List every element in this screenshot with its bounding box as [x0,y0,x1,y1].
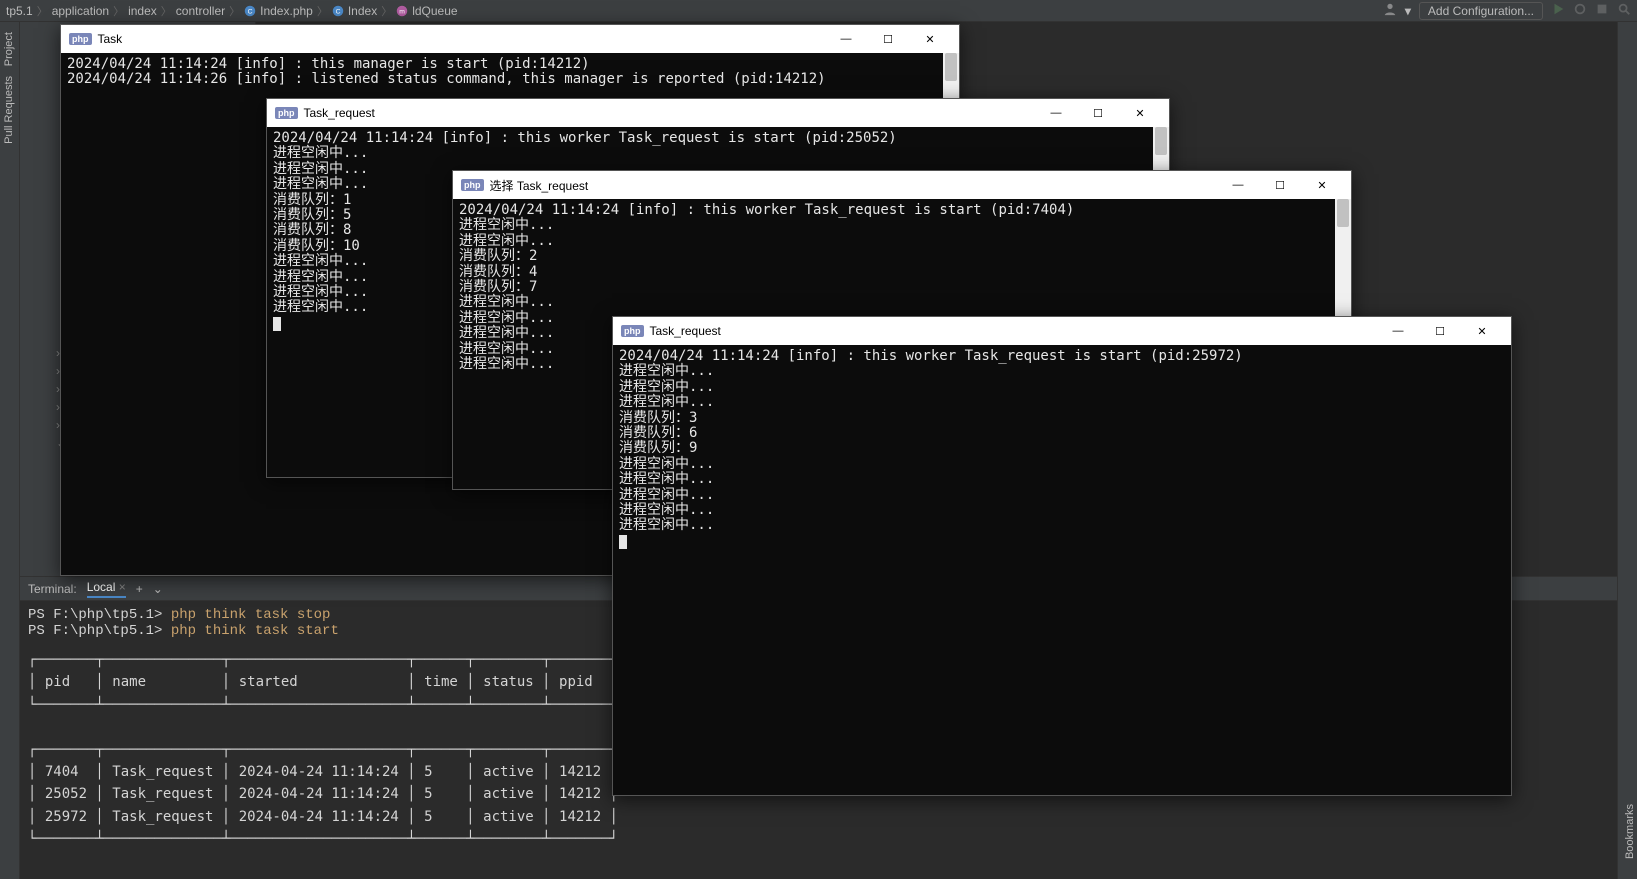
prompt: PS F:\php\tp5.1> [28,607,162,623]
titlebar[interactable]: php Task — ☐ ✕ [61,25,959,53]
breadcrumb-controller[interactable]: controller [176,4,225,18]
class-icon: C [244,5,256,17]
left-toolbar: Project Pull Requests [0,22,20,879]
close-button[interactable]: ✕ [1461,317,1503,345]
add-configuration-button[interactable]: Add Configuration... [1419,2,1543,20]
breadcrumb-file[interactable]: Index.php [260,4,313,18]
window-title: Task_request [650,324,721,338]
window-title: 选择 Task_request [490,177,589,194]
php-icon: php [275,107,298,119]
terminal-label: Terminal: [28,582,77,596]
window-title: Task_request [304,106,375,120]
breadcrumb-app[interactable]: application [52,4,109,18]
navbar-right: ▾ Add Configuration... [1383,2,1631,20]
maximize-button[interactable]: ☐ [867,25,909,53]
scrollbar-thumb[interactable] [945,53,957,81]
console-text: 2024/04/24 11:14:24 [info] : this worker… [619,348,1243,533]
breadcrumb-project[interactable]: tp5.1 [6,4,33,18]
minimize-button[interactable]: — [825,25,867,53]
prompt: PS F:\php\tp5.1> [28,623,162,639]
close-button[interactable]: ✕ [1119,99,1161,127]
breadcrumb-method[interactable]: ldQueue [412,4,457,18]
titlebar[interactable]: php 选择 Task_request — ☐ ✕ [453,171,1351,199]
breadcrumb-sep: 〉 [381,3,392,19]
stop-icon[interactable] [1595,2,1609,19]
class-icon: C [332,5,344,17]
project-tool-tab[interactable]: Project [3,32,15,66]
breadcrumb-class[interactable]: Index [348,4,377,18]
ide-navbar: tp5.1 〉 application 〉 index 〉 controller… [0,0,1637,22]
php-icon: php [69,33,92,45]
window-title: Task [98,32,123,46]
maximize-button[interactable]: ☐ [1077,99,1119,127]
breadcrumb-sep: 〉 [37,3,48,19]
navbar-caret[interactable]: ▾ [1405,4,1411,18]
breadcrumb-sep: 〉 [229,3,240,19]
minimize-button[interactable]: — [1217,171,1259,199]
breadcrumb-index[interactable]: index [128,4,157,18]
console-window-task-request-3[interactable]: php Task_request — ☐ ✕ 2024/04/24 11:14:… [612,316,1512,796]
maximize-button[interactable]: ☐ [1419,317,1461,345]
close-button[interactable]: ✕ [909,25,951,53]
search-icon[interactable] [1617,2,1631,19]
titlebar[interactable]: php Task_request — ☐ ✕ [267,99,1169,127]
console-body[interactable]: 2024/04/24 11:14:24 [info] : this worker… [613,345,1511,795]
minimize-button[interactable]: — [1035,99,1077,127]
php-icon: php [461,179,484,191]
pull-requests-tool-tab[interactable]: Pull Requests [3,76,15,144]
user-icon[interactable] [1383,2,1397,19]
minimize-button[interactable]: — [1377,317,1419,345]
breadcrumb-sep: 〉 [113,3,124,19]
console-text: 2024/04/24 11:14:24 [info] : this manage… [67,56,826,87]
breadcrumb[interactable]: tp5.1 〉 application 〉 index 〉 controller… [6,3,458,19]
breadcrumb-sep: 〉 [161,3,172,19]
scrollbar-thumb[interactable] [1337,199,1349,227]
terminal-tab-local[interactable]: Local × [87,580,126,598]
titlebar[interactable]: php Task_request — ☐ ✕ [613,317,1511,345]
svg-text:m: m [399,8,405,15]
right-toolbar: Bookmarks [1617,22,1637,879]
terminal-tab-label: Local [87,580,116,594]
command: php think task start [171,623,339,639]
close-button[interactable]: ✕ [1301,171,1343,199]
breadcrumb-sep: 〉 [317,3,328,19]
svg-text:C: C [335,8,340,15]
scrollbar-thumb[interactable] [1155,127,1167,155]
php-icon: php [621,325,644,337]
debug-icon[interactable] [1573,2,1587,19]
cursor [273,317,281,331]
cursor [619,535,627,549]
bookmarks-tool-tab[interactable]: Bookmarks [1624,804,1636,859]
terminal-dropdown[interactable]: ⌄ [153,582,163,596]
terminal-new-tab[interactable]: + [136,582,143,596]
run-icon[interactable] [1551,2,1565,19]
method-icon: m [396,5,408,17]
svg-text:C: C [248,8,253,15]
close-icon[interactable]: × [119,580,126,594]
maximize-button[interactable]: ☐ [1259,171,1301,199]
command: php think task stop [171,607,331,623]
